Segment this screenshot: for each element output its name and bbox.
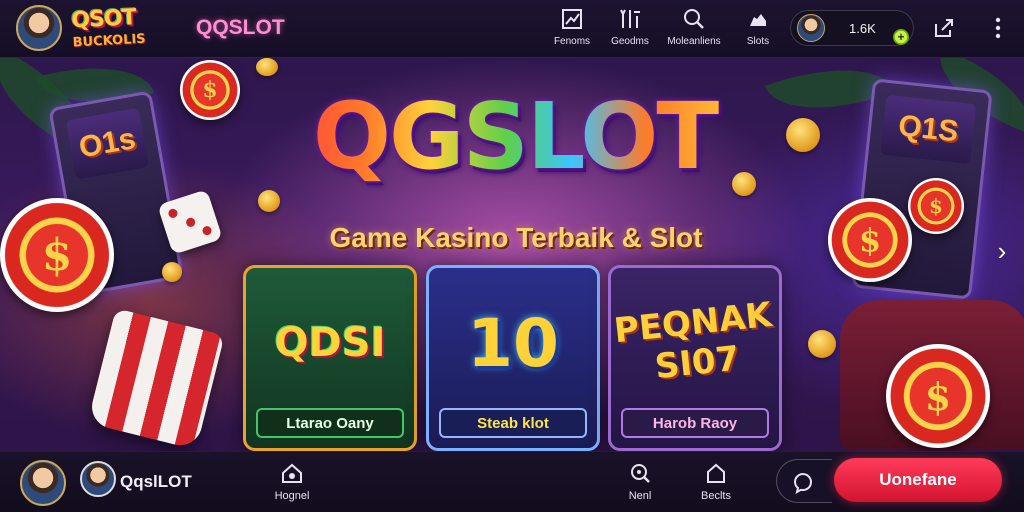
primary-cta-button[interactable]: Uonefane	[834, 458, 1002, 502]
nav-label: Geodms	[611, 36, 649, 47]
profile-avatar[interactable]	[16, 5, 62, 51]
casino-chip-icon: $	[828, 198, 912, 282]
add-funds-icon[interactable]: +	[893, 29, 909, 45]
nav-item-slots[interactable]: Slots	[726, 8, 790, 52]
top-navigation-bar: QSOT BUCKOLIS QQSLOT Fenoms Geodms Molea…	[0, 0, 1024, 58]
gold-coin-icon	[808, 330, 836, 358]
casino-app: O1s Q1S $ $ $ $ $ QSOT BUCKOLIS QQSLOT F…	[0, 0, 1024, 512]
support-button[interactable]	[776, 459, 832, 503]
hero-title: QGSLOT	[280, 82, 750, 192]
chip-symbol: $	[41, 229, 73, 281]
tools-icon	[620, 9, 640, 28]
bottom-nav-label: Hognel	[274, 490, 310, 502]
game-card-art: QDSI	[274, 320, 386, 366]
search-icon	[684, 9, 704, 29]
brand-logo[interactable]: QSOT BUCKOLIS	[71, 5, 169, 53]
game-card-button[interactable]: Ltarao Oany	[256, 408, 404, 438]
brand-name: QQSLOT	[196, 16, 285, 39]
wallet-avatar	[797, 14, 825, 42]
bottom-nav-home[interactable]: Hognel	[262, 462, 322, 506]
game-card-art: 10	[467, 304, 559, 382]
chip-symbol: $	[929, 194, 943, 218]
game-card-button[interactable]: Steab klot	[439, 408, 587, 438]
share-icon[interactable]	[932, 16, 956, 40]
chart-icon	[562, 9, 582, 29]
user-avatar[interactable]	[80, 461, 116, 497]
user-name: QqslLOT	[120, 472, 192, 491]
nav-label: Fenoms	[553, 36, 591, 47]
chip-bucket-decoration	[87, 308, 225, 450]
bottom-nav-label: Beclts	[701, 490, 731, 502]
bottom-nav-chat[interactable]: Nenl	[610, 462, 670, 506]
game-card[interactable]: 10 Steab klot	[426, 265, 600, 451]
carousel-next-chevron-icon[interactable]: ›	[990, 236, 1014, 266]
brand-logo-subtext: BUCKOLIS	[72, 31, 146, 51]
nav-item-moleanliens[interactable]: Moleanliens	[662, 8, 726, 52]
bottom-avatar[interactable]	[20, 460, 66, 506]
more-menu-icon[interactable]	[994, 16, 1002, 40]
game-card-button[interactable]: Harob Raoy	[621, 408, 769, 438]
bottom-nav-label: Nenl	[628, 490, 652, 502]
gold-coin-icon	[256, 58, 278, 76]
slot-machine-screen: O1s	[65, 107, 149, 180]
bottom-nav-bets[interactable]: Beclts	[686, 462, 746, 506]
casino-chip-icon: $	[0, 198, 114, 312]
slot-machine-screen: Q1S	[880, 94, 977, 164]
nav-item-geodms[interactable]: Geodms	[598, 8, 662, 52]
casino-chip-icon: $	[886, 344, 990, 448]
chip-symbol: $	[858, 221, 882, 259]
game-card[interactable]: PEQNAK SI07 Harob Raoy	[608, 265, 782, 451]
chat-search-icon	[631, 464, 650, 483]
home-icon	[282, 463, 302, 483]
hero-subtitle: Game Kasino Terbaik & Slot	[329, 222, 703, 253]
nav-label: Slots	[746, 36, 770, 47]
support-chat-icon	[793, 473, 812, 494]
nav-item-fenoms[interactable]: Fenoms	[540, 8, 604, 52]
gold-coin-icon	[162, 262, 182, 282]
chip-symbol: $	[202, 77, 218, 103]
wallet-balance[interactable]: 1.6K +	[790, 10, 914, 46]
gold-coin-icon	[258, 190, 280, 212]
wallet-amount: 1.6K	[849, 21, 876, 36]
gold-coin-icon	[786, 118, 820, 152]
house-outline-icon	[707, 463, 725, 483]
game-card-art: PEQNAK SI07	[612, 294, 774, 388]
casino-chip-icon: $	[908, 178, 964, 234]
chip-symbol: $	[924, 373, 952, 419]
nav-label: Moleanliens	[667, 36, 721, 47]
game-card[interactable]: QDSI Ltarao Oany	[243, 265, 417, 451]
casino-chip-icon: $	[180, 60, 240, 120]
cloud-icon	[750, 14, 766, 26]
